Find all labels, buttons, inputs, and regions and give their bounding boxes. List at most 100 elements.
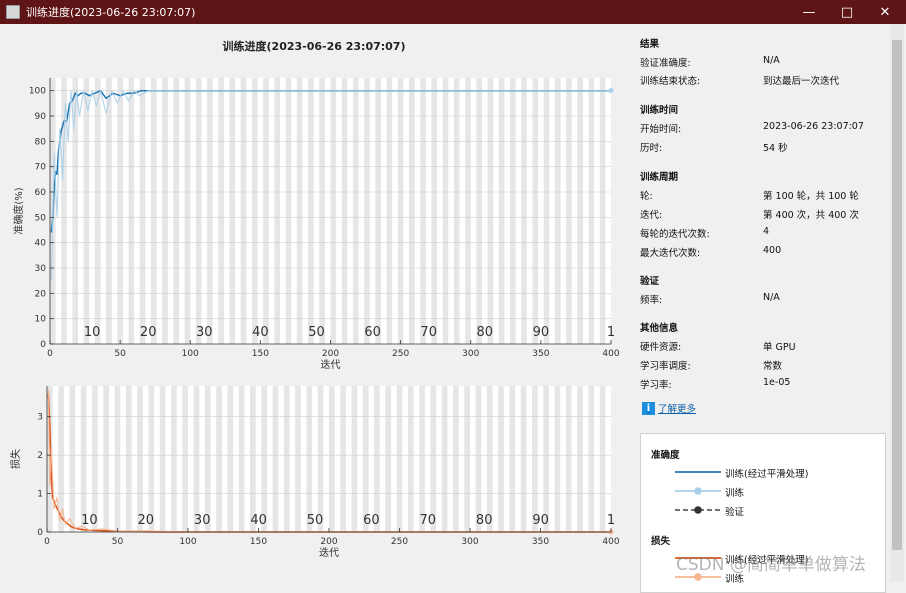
epoch-stripe [193, 386, 200, 532]
x-axis-label: 迭代 [321, 359, 341, 371]
legend-marker-line-icon [675, 487, 721, 495]
epoch-label: 30 [196, 325, 213, 340]
epoch-stripe [554, 78, 561, 344]
epoch-stripe [285, 78, 292, 344]
epoch-label: 90 [533, 325, 550, 340]
x-tick-label: 250 [391, 537, 408, 547]
scrollbar-thumb[interactable] [892, 40, 902, 550]
epoch-stripe [520, 386, 527, 532]
cycle-row-value: 第 100 轮，共 100 轮 [763, 191, 859, 202]
epoch-stripe [565, 386, 572, 532]
cycle-row-value: 400 [763, 245, 782, 256]
legend-line-icon [675, 471, 721, 473]
epoch-stripe [80, 386, 87, 532]
watermark: CSDN @简简单单做算法 [676, 555, 866, 575]
results-title: 结果 [640, 39, 660, 50]
training-charts: 10 20 30 40 50 60 70 80 90 10 50 100 150 200 250 300 350… [9, 78, 620, 559]
cycle-row-label: 每轮的迭代次数: [640, 229, 710, 240]
epoch-stripe [588, 386, 595, 532]
epoch-stripe [227, 386, 234, 532]
cycle-row-value: 第 400 次，共 400 次 [763, 210, 859, 221]
epoch-label: 80 [476, 513, 493, 528]
epoch-stripe [386, 78, 393, 344]
epoch-label: 60 [363, 513, 380, 528]
epoch-stripe [351, 386, 358, 532]
time-row-label: 开始时间: [640, 124, 682, 135]
cycle-title: 训练周期 [640, 172, 679, 183]
epoch-stripe [509, 386, 516, 532]
epoch-stripe [162, 78, 168, 344]
epoch-label: 10 [81, 513, 98, 528]
x-tick-label: 100 [179, 537, 196, 547]
x-tick-label: 200 [322, 349, 339, 359]
x-tick-label: 150 [252, 349, 269, 359]
validation-row-value: N/A [763, 292, 780, 303]
epoch-stripe [599, 78, 606, 344]
epoch-stripe [498, 386, 504, 532]
epoch-stripe [139, 78, 146, 344]
legend-dashed-marker-icon [675, 506, 721, 514]
epoch-label: 80 [477, 325, 494, 340]
x-tick-label: 50 [112, 537, 124, 547]
time-row-value: 2023-06-26 23:07:07 [763, 121, 864, 132]
time-row-label: 历时: [640, 143, 663, 154]
time-title: 训练时间 [640, 105, 679, 116]
maximize-button[interactable]: □ [830, 0, 864, 24]
epoch-stripe [465, 78, 471, 344]
y-tick-label: 30 [35, 264, 47, 274]
plot-area: 训练进度(2023-06-26 23:07:07) 10 20 30 40 50 60 70… [0, 24, 628, 582]
epoch-label: 1 [607, 325, 615, 340]
epoch-stripe [317, 386, 324, 532]
epoch-stripe [330, 78, 337, 344]
info-panel: 结果 验证准确度: N/A 训练结束状态: 到达最后一次迭代 训练时间 开始时间… [628, 24, 888, 593]
epoch-stripe [409, 78, 415, 344]
epoch-stripe [554, 386, 561, 532]
other-row-label: 硬件资源: [640, 342, 682, 353]
legend-label: 验证 [725, 507, 745, 518]
info-icon: i [642, 401, 655, 415]
epoch-stripe [599, 386, 606, 532]
cycle-row-label: 最大迭代次数: [640, 248, 701, 259]
epoch-stripe [543, 78, 550, 344]
epoch-stripe [375, 78, 381, 344]
learn-more-link[interactable]: i 了解更多 [642, 401, 696, 415]
y-tick-label: 10 [35, 315, 47, 325]
other-row-label: 学习率调度: [640, 361, 691, 372]
results-row-value: N/A [763, 55, 780, 66]
epoch-stripe [216, 386, 222, 532]
epoch-stripe [117, 78, 123, 344]
legend-label: 训练 [725, 488, 745, 499]
x-tick-label: 300 [462, 349, 479, 359]
epoch-stripe [182, 386, 188, 532]
epoch-stripe [261, 386, 267, 532]
x-tick-label: 50 [114, 349, 126, 359]
final-point-marker [608, 88, 614, 94]
epoch-stripe [218, 78, 224, 344]
epoch-stripe [385, 386, 392, 532]
x-tick-label: 150 [250, 537, 267, 547]
epoch-stripe [329, 386, 335, 532]
epoch-label: 50 [308, 325, 325, 340]
y-tick-label: 0 [40, 340, 46, 350]
epoch-stripe [441, 386, 448, 532]
y-tick-label: 50 [35, 213, 47, 223]
epoch-stripe [577, 386, 583, 532]
vertical-scrollbar[interactable] [890, 24, 904, 582]
epoch-label: 70 [420, 325, 437, 340]
epoch-stripe [431, 78, 438, 344]
epoch-stripe [263, 78, 269, 344]
y-tick-label: 1 [37, 490, 43, 500]
minimize-button[interactable]: — [792, 0, 826, 24]
epoch-stripe [588, 78, 595, 344]
x-tick-label: 350 [532, 537, 549, 547]
epoch-stripe [250, 386, 256, 532]
epoch-stripe [92, 386, 98, 532]
close-button[interactable]: ✕ [868, 0, 902, 24]
epoch-stripe [374, 386, 380, 532]
epoch-stripe [566, 78, 572, 344]
epoch-stripe [137, 386, 143, 532]
window-titlebar: 训练进度(2023-06-26 23:07:07) — □ ✕ [0, 0, 906, 24]
other-row-value: 1e-05 [763, 377, 791, 388]
epoch-stripe [240, 78, 247, 344]
other-title: 其他信息 [640, 323, 679, 334]
